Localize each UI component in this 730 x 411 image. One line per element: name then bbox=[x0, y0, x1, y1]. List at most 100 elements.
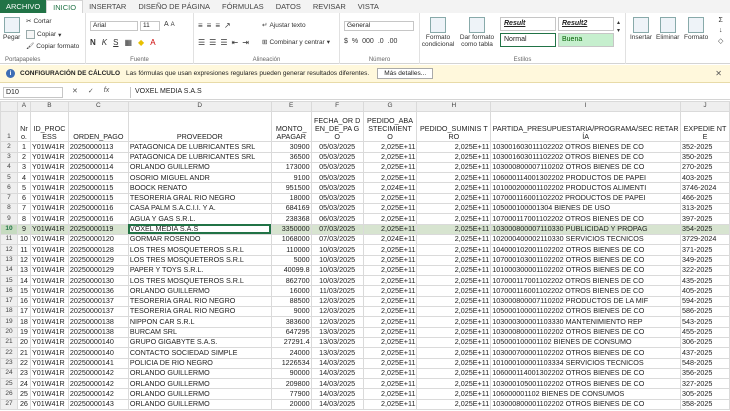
header-cell[interactable]: ORDEN_PAGO bbox=[67, 111, 129, 143]
cell[interactable]: 05/03/2025 bbox=[310, 161, 364, 174]
cell[interactable]: 105000100001102202 OTROS BIENES DE CO bbox=[490, 306, 682, 318]
cell[interactable]: TESORERIA GRAL RIO NEGRO bbox=[127, 295, 272, 308]
cell[interactable]: 862700 bbox=[270, 275, 312, 287]
row-header[interactable]: 21 bbox=[0, 336, 18, 349]
cell[interactable]: 2,025E+11 bbox=[416, 233, 492, 246]
column-header[interactable]: B bbox=[29, 101, 69, 113]
cell[interactable]: 14/03/2025 bbox=[310, 388, 364, 400]
cell[interactable]: 1 bbox=[16, 141, 31, 153]
cell[interactable]: 12/03/2025 bbox=[310, 295, 364, 308]
cell[interactable]: PAPER Y TOYS S.R.L. bbox=[127, 264, 272, 277]
row-header[interactable]: 24 bbox=[0, 367, 18, 380]
cell[interactable]: 13 bbox=[16, 264, 31, 277]
cell[interactable]: 2,025E+11 bbox=[416, 306, 492, 318]
cell[interactable]: 2,025E+11 bbox=[416, 203, 492, 215]
fill-icon[interactable]: ↓ bbox=[719, 27, 723, 34]
cell[interactable]: 2,025E+11 bbox=[416, 254, 492, 266]
row-header[interactable]: 7 bbox=[0, 192, 18, 205]
cell[interactable]: 594-2025 bbox=[680, 295, 730, 308]
column-header[interactable]: C bbox=[67, 101, 129, 113]
cell[interactable]: 12 bbox=[16, 254, 31, 266]
cell[interactable]: 107000116001102202 OTROS BIENES DE CO bbox=[490, 285, 682, 297]
row-header[interactable]: 16 bbox=[0, 285, 18, 297]
cell[interactable]: 405-2025 bbox=[680, 285, 730, 297]
cell[interactable]: Y01W41R bbox=[29, 316, 69, 328]
cell[interactable]: AGUA Y GAS S.R.L. bbox=[127, 213, 272, 225]
cell[interactable]: 4 bbox=[16, 172, 31, 184]
cell[interactable]: 105000100001102 BIENES DE CONSUMO bbox=[490, 336, 682, 349]
cell[interactable]: 951500 bbox=[270, 182, 312, 194]
row-header[interactable]: 25 bbox=[0, 378, 18, 390]
orientation-icon[interactable]: ↗ bbox=[224, 21, 231, 30]
cell[interactable]: 9000 bbox=[270, 306, 312, 318]
cell[interactable]: 403-2025 bbox=[680, 172, 730, 184]
cell[interactable]: 104000102001102202 OTROS BIENES DE CO bbox=[490, 244, 682, 256]
cell[interactable]: 305-2025 bbox=[680, 388, 730, 400]
cell[interactable]: 2,025E+11 bbox=[362, 192, 418, 205]
header-cell[interactable]: PARTIDA_PRESUPUESTARIA/PROGRAMA/SEC RETA… bbox=[490, 111, 682, 143]
cell[interactable]: Y01W41R bbox=[29, 151, 69, 163]
indent-icon[interactable]: ⇤ bbox=[232, 38, 239, 47]
cell[interactable]: 40099.8 bbox=[270, 264, 312, 277]
paste-button[interactable]: Pegar bbox=[3, 17, 20, 41]
cell[interactable]: 3350000 bbox=[270, 223, 312, 235]
cell[interactable]: 20250000129 bbox=[67, 264, 129, 277]
header-cell[interactable]: FECHA_OR DEN_DE_PA GO bbox=[310, 111, 364, 143]
cell[interactable]: 10 bbox=[16, 233, 31, 246]
cell[interactable]: 20250000116 bbox=[67, 203, 129, 215]
cell[interactable]: 358-2025 bbox=[680, 398, 730, 411]
cell[interactable]: 209800 bbox=[270, 378, 312, 390]
cell[interactable]: 11/03/2025 bbox=[310, 285, 364, 297]
cell[interactable]: GORMAR ROSENDO bbox=[127, 233, 272, 246]
cell[interactable]: 16 bbox=[16, 295, 31, 308]
cell[interactable]: 349-2025 bbox=[680, 254, 730, 266]
style-result2[interactable]: Result2 bbox=[558, 17, 614, 31]
cell[interactable]: 20250000142 bbox=[67, 367, 129, 380]
cell[interactable]: 2,025E+11 bbox=[416, 285, 492, 297]
cell[interactable]: 1068000 bbox=[270, 233, 312, 246]
column-header[interactable]: A bbox=[16, 101, 31, 113]
cell[interactable]: 20250000136 bbox=[67, 285, 129, 297]
cell[interactable]: Y01W41R bbox=[29, 223, 69, 235]
cell[interactable]: 107000117001102202 OTROS BIENES DE CO bbox=[490, 213, 682, 225]
format-painter-button[interactable]: 🖌 Copiar formato bbox=[26, 42, 79, 51]
percent-icon[interactable]: % bbox=[352, 38, 358, 45]
cell[interactable]: LOS TRES MOSQUETEROS S.R.L bbox=[127, 244, 272, 256]
row-header[interactable]: 18 bbox=[0, 306, 18, 318]
row-header[interactable]: 26 bbox=[0, 388, 18, 400]
cell[interactable]: 88500 bbox=[270, 295, 312, 308]
cell[interactable]: Y01W41R bbox=[29, 203, 69, 215]
cell[interactable]: 12/03/2025 bbox=[310, 306, 364, 318]
cell[interactable]: 103001603011102202 OTROS BIENES DE CO bbox=[490, 151, 682, 163]
header-cell[interactable]: PEDIDO_SUMINIS TRO bbox=[416, 111, 492, 143]
cell[interactable]: 6 bbox=[16, 192, 31, 205]
conditional-format-button[interactable]: Formato condicional bbox=[420, 17, 456, 48]
autosum-icon[interactable]: Σ bbox=[719, 17, 723, 24]
cell[interactable]: 20250000115 bbox=[67, 182, 129, 194]
cell[interactable]: 548-2025 bbox=[680, 357, 730, 369]
cell[interactable]: 2,025E+11 bbox=[416, 275, 492, 287]
cell[interactable]: 2 bbox=[16, 151, 31, 163]
cell[interactable]: BURCAM SRL bbox=[127, 326, 272, 338]
cell[interactable]: 437-2025 bbox=[680, 347, 730, 359]
cell[interactable]: 3746-2024 bbox=[680, 182, 730, 194]
cell[interactable]: 2,025E+11 bbox=[416, 182, 492, 194]
row-header[interactable]: 6 bbox=[0, 182, 18, 194]
merge-center-button[interactable]: ⊞ Combinar y centrar ▾ bbox=[262, 38, 330, 47]
number-format-select[interactable]: General bbox=[344, 21, 414, 31]
style-good[interactable]: Buena bbox=[558, 33, 614, 47]
cell[interactable]: 7 bbox=[16, 203, 31, 215]
cell[interactable]: ORLANDO GUILLERMO bbox=[127, 367, 272, 380]
cell[interactable]: 14/03/2025 bbox=[310, 398, 364, 411]
cell[interactable]: 2,025E+11 bbox=[416, 398, 492, 411]
cell[interactable]: 24 bbox=[16, 378, 31, 390]
cell[interactable]: Y01W41R bbox=[29, 295, 69, 308]
row-header[interactable]: 15 bbox=[0, 275, 18, 287]
style-result[interactable]: Result bbox=[500, 17, 556, 31]
cell[interactable]: ORLANDO GUILLERMO bbox=[127, 285, 272, 297]
cell[interactable]: 103000300001103330 MANTENIMIENTO REP bbox=[490, 316, 682, 328]
cell[interactable]: CASA PALM S.A.C.I.I. Y A. bbox=[127, 203, 272, 215]
cell[interactable]: 101000200001102202 PRODUCTOS ALIMENTI bbox=[490, 182, 682, 194]
cell[interactable]: 322-2025 bbox=[680, 264, 730, 277]
cell[interactable]: 105000100001304 BIENES DE USO bbox=[490, 203, 682, 215]
